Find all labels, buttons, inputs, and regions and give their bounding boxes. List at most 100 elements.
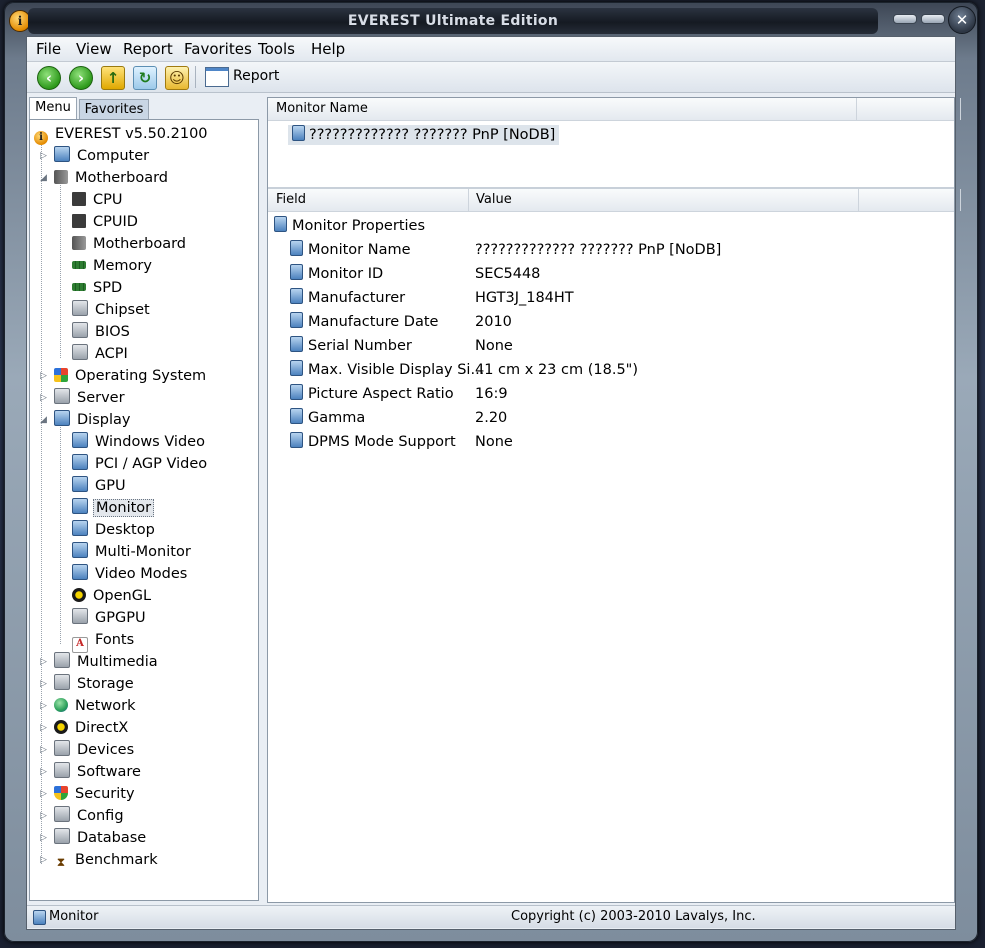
monitor-icon	[72, 476, 88, 492]
menu-help[interactable]: Help	[311, 40, 345, 58]
tree-item[interactable]: GPGPU	[72, 607, 148, 629]
tree-item-label: DirectX	[75, 720, 129, 736]
report-icon[interactable]	[205, 67, 229, 87]
tree-item[interactable]: ▷ Operating System	[40, 365, 208, 387]
tree-item[interactable]: ▷ Computer	[40, 145, 151, 167]
up-folder-icon[interactable]: ↑	[101, 66, 125, 90]
expand-icon[interactable]: ▷	[40, 761, 47, 783]
property-field[interactable]: Max. Visible Display Si...	[290, 358, 484, 382]
tree-item-label: PCI / AGP Video	[95, 456, 208, 472]
tree-item-label: OpenGL	[93, 588, 152, 604]
property-field[interactable]: Manufacturer	[290, 286, 405, 310]
favorites-users-icon[interactable]: ☺	[165, 66, 189, 90]
expand-icon[interactable]: ▷	[40, 805, 47, 827]
report-button[interactable]: Report	[233, 68, 279, 84]
tree-item-label: Motherboard	[93, 236, 187, 252]
tree-item[interactable]: OpenGL	[72, 585, 153, 607]
tree-item-label: Multi-Monitor	[95, 544, 191, 560]
forward-icon[interactable]: ›	[69, 66, 93, 90]
menu-favorites[interactable]: Favorites	[184, 40, 252, 58]
tree-item[interactable]: BIOS	[72, 321, 132, 343]
tab-favorites[interactable]: Favorites	[79, 99, 149, 120]
tree-item[interactable]: ▷ Security	[40, 783, 137, 805]
property-field[interactable]: Manufacture Date	[290, 310, 438, 334]
tree-item[interactable]: ▷ Config	[40, 805, 126, 827]
column-field[interactable]: Field	[268, 189, 469, 211]
security-icon	[54, 786, 68, 800]
monitor-icon	[290, 264, 303, 280]
tree-item[interactable]: CPUID	[72, 211, 140, 233]
group-monitor-properties[interactable]: Monitor Properties	[274, 214, 425, 238]
column-empty[interactable]	[858, 98, 961, 120]
property-field[interactable]: DPMS Mode Support	[290, 430, 456, 454]
tree-item[interactable]: A Fonts	[72, 629, 136, 653]
chip-icon	[72, 300, 88, 316]
tree-item-label: Database	[77, 830, 147, 846]
expand-icon[interactable]: ▷	[40, 387, 47, 409]
menu-report[interactable]: Report	[123, 40, 173, 58]
tree-item[interactable]: ▷ DirectX	[40, 717, 130, 739]
tree-item-label: Server	[77, 390, 125, 406]
column-empty[interactable]	[858, 189, 961, 211]
tree-item[interactable]: Motherboard	[72, 233, 188, 255]
tree-item[interactable]: Monitor	[72, 497, 155, 519]
menu-view[interactable]: View	[76, 40, 112, 58]
menu-file[interactable]: File	[36, 40, 61, 58]
tree-item-label: GPU	[95, 478, 126, 494]
tree-item[interactable]: ▷ Storage	[40, 673, 136, 695]
refresh-icon[interactable]: ↻	[133, 66, 157, 90]
tree-item[interactable]: SPD	[72, 277, 124, 299]
tree-item[interactable]: Memory	[72, 255, 154, 277]
expand-icon[interactable]: ▷	[40, 365, 47, 387]
tree-item[interactable]: ◢ Display	[40, 409, 132, 431]
tree-item[interactable]: ▷ Devices	[40, 739, 136, 761]
tree-item[interactable]: ▷ Server	[40, 387, 127, 409]
expand-icon[interactable]: ▷	[40, 673, 47, 695]
tree-item[interactable]: ACPI	[72, 343, 130, 365]
property-field[interactable]: Gamma	[290, 406, 365, 430]
minimize-button[interactable]	[893, 14, 917, 24]
tree-item[interactable]: Multi-Monitor	[72, 541, 193, 563]
property-field[interactable]: Picture Aspect Ratio	[290, 382, 454, 406]
tree-root[interactable]: i EVEREST v5.50.2100	[34, 123, 210, 145]
menu-tools[interactable]: Tools	[258, 40, 295, 58]
tree-item[interactable]: ▷ Software	[40, 761, 143, 783]
expand-icon[interactable]: ▷	[40, 717, 47, 739]
window-title: EVEREST Ultimate Edition	[28, 8, 878, 34]
column-monitor-name[interactable]: Monitor Name	[268, 98, 857, 120]
tree-item[interactable]: Desktop	[72, 519, 157, 541]
collapse-icon[interactable]: ◢	[40, 167, 47, 189]
expand-icon[interactable]: ▷	[40, 145, 47, 167]
maximize-button[interactable]	[921, 14, 945, 24]
tree-item-label: CPU	[93, 192, 123, 208]
property-field[interactable]: Serial Number	[290, 334, 412, 358]
tree-item[interactable]: Windows Video	[72, 431, 207, 453]
tree-item[interactable]: ▷ Network	[40, 695, 138, 717]
tree-item[interactable]: PCI / AGP Video	[72, 453, 209, 475]
back-icon[interactable]: ‹	[37, 66, 61, 90]
memory-icon	[72, 261, 86, 269]
expand-icon[interactable]: ▷	[40, 695, 47, 717]
property-field[interactable]: Monitor ID	[290, 262, 383, 286]
tab-menu[interactable]: Menu	[29, 97, 77, 120]
expand-icon[interactable]: ▷	[40, 849, 47, 871]
expand-icon[interactable]: ▷	[40, 783, 47, 805]
tree-item-label: Config	[77, 808, 124, 824]
tree-item[interactable]: GPU	[72, 475, 128, 497]
tree-item[interactable]: ▷ Database	[40, 827, 148, 849]
tree-item[interactable]: Video Modes	[72, 563, 189, 585]
tree-item[interactable]: ▷ Multimedia	[40, 651, 160, 673]
close-button[interactable]: ✕	[948, 6, 976, 34]
tree-item[interactable]: Chipset	[72, 299, 152, 321]
monitor-list-row[interactable]: ????????????? ??????? PnP [NoDB]	[288, 125, 560, 145]
property-field[interactable]: Monitor Name	[290, 238, 411, 262]
details-header: Field Value	[268, 189, 961, 212]
expand-icon[interactable]: ▷	[40, 827, 47, 849]
tree-item[interactable]: CPU	[72, 189, 124, 211]
collapse-icon[interactable]: ◢	[40, 409, 47, 431]
tree-item[interactable]: ▷ ⧗ Benchmark	[40, 849, 160, 871]
expand-icon[interactable]: ▷	[40, 651, 47, 673]
column-value[interactable]: Value	[468, 189, 859, 211]
tree-item[interactable]: ◢ Motherboard	[40, 167, 170, 189]
expand-icon[interactable]: ▷	[40, 739, 47, 761]
